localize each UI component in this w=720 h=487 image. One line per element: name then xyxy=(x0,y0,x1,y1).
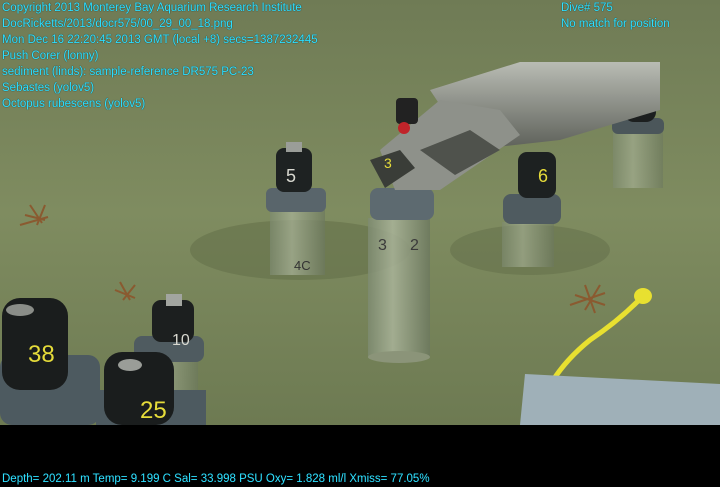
overlay-dive-number: Dive# 575 xyxy=(561,2,613,14)
tube-label: 5 xyxy=(286,166,296,186)
tube-label: 6 xyxy=(538,166,548,186)
overlay-annotation: Sebastes (yolov5) xyxy=(2,82,95,94)
overlay-telemetry: Depth= 202.11 m Temp= 9.199 C Sal= 33.99… xyxy=(2,473,430,485)
push-core-tube-sampled: 3 2 xyxy=(368,188,434,363)
overlay-annotation: Octopus rubescens (yolov5) xyxy=(2,98,146,110)
overlay-timestamp: Mon Dec 16 22:20:45 2013 GMT (local +8) … xyxy=(2,34,318,46)
overlay-annotation: Push Corer (lonny) xyxy=(2,50,99,62)
overlay-copyright: Copyright 2013 Monterey Bay Aquarium Res… xyxy=(2,2,302,14)
tube-label: 2 xyxy=(410,237,419,254)
tube-label: 25 xyxy=(140,397,167,424)
seafloor-camera-frame: 30 5 4C 6 3 2 xyxy=(0,0,720,486)
manipulator-label: 3 xyxy=(384,155,392,171)
overlay-annotation: sediment (linds): sample-reference DR575… xyxy=(2,66,254,78)
overlay-filename: DocRicketts/2013/docr575/00_29_00_18.png xyxy=(2,18,233,30)
tube-label: 38 xyxy=(28,341,55,368)
tube-label: 4C xyxy=(294,258,311,273)
overlay-position-status: No match for position xyxy=(561,18,670,30)
overlay-top-left: Copyright 2013 Monterey Bay Aquarium Res… xyxy=(2,0,318,112)
rope-end xyxy=(634,288,652,304)
overlay-top-right: Dive# 575 No match for position xyxy=(561,0,670,32)
tube-label: 10 xyxy=(172,332,190,349)
tube-label: 3 xyxy=(378,237,387,254)
